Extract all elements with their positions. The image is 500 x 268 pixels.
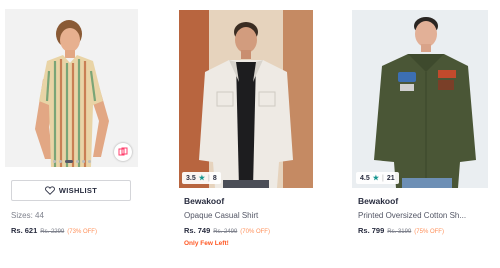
view-similar-button[interactable]: [114, 143, 132, 161]
rating-count: 8: [212, 174, 217, 182]
rating-badge: 4.5 ★ | 21: [356, 172, 399, 184]
carousel-dot[interactable]: [52, 160, 56, 163]
original-price: Rs. 3199: [387, 229, 412, 235]
price-row: Rs. 621 Rs. 2299 (73% OFF): [11, 226, 97, 235]
wishlist-label: WISHLIST: [58, 186, 98, 195]
price-row: Rs. 749 Rs. 2499 (70% OFF): [184, 226, 270, 235]
carousel-dot[interactable]: [87, 160, 91, 163]
product-image[interactable]: [352, 10, 488, 188]
heart-icon: [44, 186, 55, 195]
similar-icon: [118, 147, 128, 156]
selling-price: Rs. 749: [184, 226, 211, 235]
rating-value: 3.5: [186, 174, 196, 182]
carousel-dots[interactable]: [52, 160, 91, 163]
carousel-dot[interactable]: [81, 160, 85, 163]
stock-warning: Only Few Left!: [184, 240, 229, 247]
brand-name: Bewakoof: [184, 196, 225, 206]
rating-badge: 3.5 ★ | 8: [182, 172, 221, 184]
discount-percent: (73% OFF): [67, 229, 97, 235]
product-card-2[interactable]: 3.5 ★ | 8 Bewakoof Opaque Casual Shirt R…: [176, 0, 316, 268]
product-photo: [179, 10, 313, 188]
discount-percent: (75% OFF): [414, 229, 444, 235]
product-image[interactable]: [179, 10, 313, 188]
wishlist-button[interactable]: WISHLIST: [11, 180, 131, 201]
product-title: Opaque Casual Shirt: [184, 211, 259, 220]
star-icon: ★: [198, 175, 206, 182]
rating-divider: |: [208, 174, 210, 182]
product-photo: [352, 10, 488, 188]
rating-count: 21: [386, 174, 395, 182]
product-card-1[interactable]: WISHLIST Sizes: 44 Rs. 621 Rs. 2299 (73%…: [0, 0, 140, 268]
rating-divider: |: [382, 174, 384, 182]
original-price: Rs. 2299: [40, 229, 65, 235]
discount-percent: (70% OFF): [240, 229, 270, 235]
original-price: Rs. 2499: [213, 229, 238, 235]
available-sizes: Sizes: 44: [11, 211, 44, 220]
brand-name: Bewakoof: [358, 196, 399, 206]
product-card-3[interactable]: 4.5 ★ | 21 Bewakoof Printed Oversized Co…: [350, 0, 490, 268]
carousel-dot[interactable]: [58, 160, 62, 163]
product-image[interactable]: [5, 9, 138, 167]
product-title: Printed Oversized Cotton Sh...: [358, 211, 467, 220]
selling-price: Rs. 621: [11, 226, 38, 235]
carousel-dot[interactable]: [75, 160, 79, 163]
selling-price: Rs. 799: [358, 226, 385, 235]
star-icon: ★: [372, 175, 380, 182]
price-row: Rs. 799 Rs. 3199 (75% OFF): [358, 226, 444, 235]
rating-value: 4.5: [360, 174, 370, 182]
carousel-dot-active[interactable]: [64, 160, 73, 163]
